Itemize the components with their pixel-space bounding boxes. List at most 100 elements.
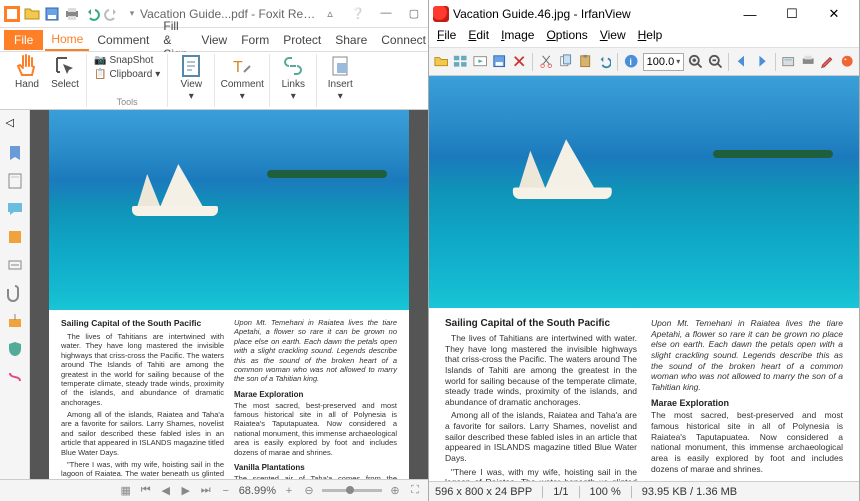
layers-icon[interactable]	[6, 228, 24, 246]
svg-text:i: i	[630, 57, 633, 67]
open-icon[interactable]	[24, 6, 40, 22]
help-icon[interactable]: ❔	[348, 7, 368, 20]
tab-home[interactable]: Home	[45, 29, 89, 51]
links-button[interactable]: Links ▾	[274, 54, 312, 102]
foxit-window-controls: ▵ ❔ — ▢	[320, 7, 424, 20]
signatures-icon[interactable]	[6, 312, 24, 330]
ribbon-collapse-icon[interactable]: ▵	[320, 7, 340, 20]
foxit-logo-icon	[4, 6, 20, 22]
open-icon[interactable]	[433, 52, 449, 72]
close-icon[interactable]: ✕	[813, 1, 855, 27]
menu-edit[interactable]: Edit	[468, 28, 489, 47]
attachments-icon[interactable]	[6, 284, 24, 302]
tab-comment[interactable]: Comment	[91, 30, 155, 50]
page-nav-next-icon[interactable]: ▶	[179, 484, 193, 498]
zoom-slider[interactable]	[322, 489, 382, 492]
tools-group-label: Tools	[91, 97, 163, 107]
iv-toolbar: i 100.0	[429, 48, 859, 76]
tab-protect[interactable]: Protect	[277, 30, 327, 50]
foxit-document-area[interactable]: Sailing Capital of the South Pacific The…	[30, 110, 428, 479]
iv-menubar: File Edit Image Options View Help	[429, 28, 859, 48]
page-nav-first-icon[interactable]: ⏮	[139, 484, 153, 498]
undo-icon[interactable]	[84, 6, 100, 22]
pages-panel-icon[interactable]	[6, 172, 24, 190]
status-size: 93.95 KB / 1.36 MB	[642, 486, 747, 498]
info-icon[interactable]: i	[623, 52, 639, 72]
settings-icon[interactable]	[819, 52, 835, 72]
tab-connect[interactable]: Connect	[375, 30, 432, 50]
select-tool-button[interactable]: Select	[48, 54, 82, 90]
image-left-column: Sailing Capital of the South Pacific The…	[445, 318, 637, 471]
page-layout-icon[interactable]: ▦	[119, 484, 133, 498]
minimize-icon[interactable]: —	[376, 7, 396, 20]
hand-icon	[15, 54, 39, 78]
article-heading: Sailing Capital of the South Pacific	[61, 318, 224, 328]
print-icon[interactable]	[64, 6, 80, 22]
cut-icon[interactable]	[538, 52, 554, 72]
page-nav-prev-icon[interactable]: ◀	[159, 484, 173, 498]
delete-icon[interactable]	[511, 52, 527, 72]
foxit-status-bar: ▦ ⏮ ◀ ▶ ⏭ − 68.99% + ⊖ ⊕ ⛶	[0, 479, 428, 501]
scan-icon[interactable]	[780, 52, 796, 72]
foxit-nav-sidebar: ◁	[0, 110, 30, 479]
zoom-in-icon[interactable]	[687, 52, 703, 72]
comment-button[interactable]: T Comment ▾	[219, 54, 265, 102]
zoom-out-icon[interactable]	[707, 52, 723, 72]
tab-view[interactable]: View	[195, 30, 233, 50]
comments-panel-icon[interactable]	[6, 200, 24, 218]
hand-tool-button[interactable]: Hand	[8, 54, 46, 90]
prev-file-icon[interactable]	[734, 52, 750, 72]
maximize-icon[interactable]: ▢	[404, 7, 424, 20]
view-button[interactable]: View ▾	[172, 54, 210, 102]
undo-icon[interactable]	[596, 52, 612, 72]
redo-icon[interactable]	[104, 6, 120, 22]
insert-button[interactable]: Insert ▾	[321, 54, 359, 102]
snapshot-button[interactable]: 📷SnapShot	[91, 54, 163, 67]
bookmarks-icon[interactable]	[6, 144, 24, 162]
tab-form[interactable]: Form	[235, 30, 275, 50]
iv-titlebar: Vacation Guide.46.jpg - IrfanView — ☐ ✕	[429, 0, 859, 28]
slideshow-icon[interactable]	[472, 52, 488, 72]
fullscreen-icon[interactable]: ⛶	[408, 484, 422, 498]
toggle-panel-icon[interactable]: ◁	[6, 116, 24, 134]
zoom-out-icon[interactable]: −	[219, 484, 233, 498]
menu-image[interactable]: Image	[501, 28, 534, 47]
iv-image-area[interactable]: Sailing Capital of the South Pacific The…	[429, 76, 859, 481]
minimize-icon[interactable]: —	[729, 1, 771, 27]
thumbnails-icon[interactable]	[452, 52, 468, 72]
iv-window-controls: — ☐ ✕	[729, 1, 855, 27]
qat-dropdown-icon[interactable]: ▾	[124, 6, 140, 22]
insert-icon	[328, 54, 352, 78]
zoom-value[interactable]: 68.99%	[239, 485, 276, 497]
security-icon[interactable]	[6, 340, 24, 358]
menu-help[interactable]: Help	[638, 28, 663, 47]
status-zoom: 100 %	[590, 486, 632, 498]
about-icon[interactable]	[839, 52, 855, 72]
fields-icon[interactable]	[6, 256, 24, 274]
tab-share[interactable]: Share	[329, 30, 373, 50]
page-nav-last-icon[interactable]: ⏭	[199, 484, 213, 498]
menu-options[interactable]: Options	[546, 28, 587, 47]
clipboard-icon: 📋	[94, 69, 106, 80]
page-left-column: Sailing Capital of the South Pacific The…	[61, 318, 224, 471]
print-icon[interactable]	[800, 52, 816, 72]
select-icon	[53, 54, 77, 78]
save-icon[interactable]	[491, 52, 507, 72]
copy-icon[interactable]	[557, 52, 573, 72]
file-tab[interactable]: File	[4, 30, 43, 50]
zoom-in-icon[interactable]: +	[282, 484, 296, 498]
zoom-input[interactable]: 100.0	[643, 53, 685, 71]
menu-view[interactable]: View	[600, 28, 626, 47]
next-file-icon[interactable]	[753, 52, 769, 72]
connected-icon[interactable]	[6, 368, 24, 386]
maximize-icon[interactable]: ☐	[771, 1, 813, 27]
zoom-plus-icon[interactable]: ⊕	[388, 484, 402, 498]
pdf-page: Sailing Capital of the South Pacific The…	[49, 110, 409, 479]
clipboard-button[interactable]: 📋Clipboard ▾	[91, 68, 163, 81]
paste-icon[interactable]	[577, 52, 593, 72]
zoom-minus-icon[interactable]: ⊖	[302, 484, 316, 498]
irfanview-window: Vacation Guide.46.jpg - IrfanView — ☐ ✕ …	[429, 0, 860, 501]
menu-file[interactable]: File	[437, 28, 456, 47]
save-icon[interactable]	[44, 6, 60, 22]
image-photo	[429, 76, 859, 308]
